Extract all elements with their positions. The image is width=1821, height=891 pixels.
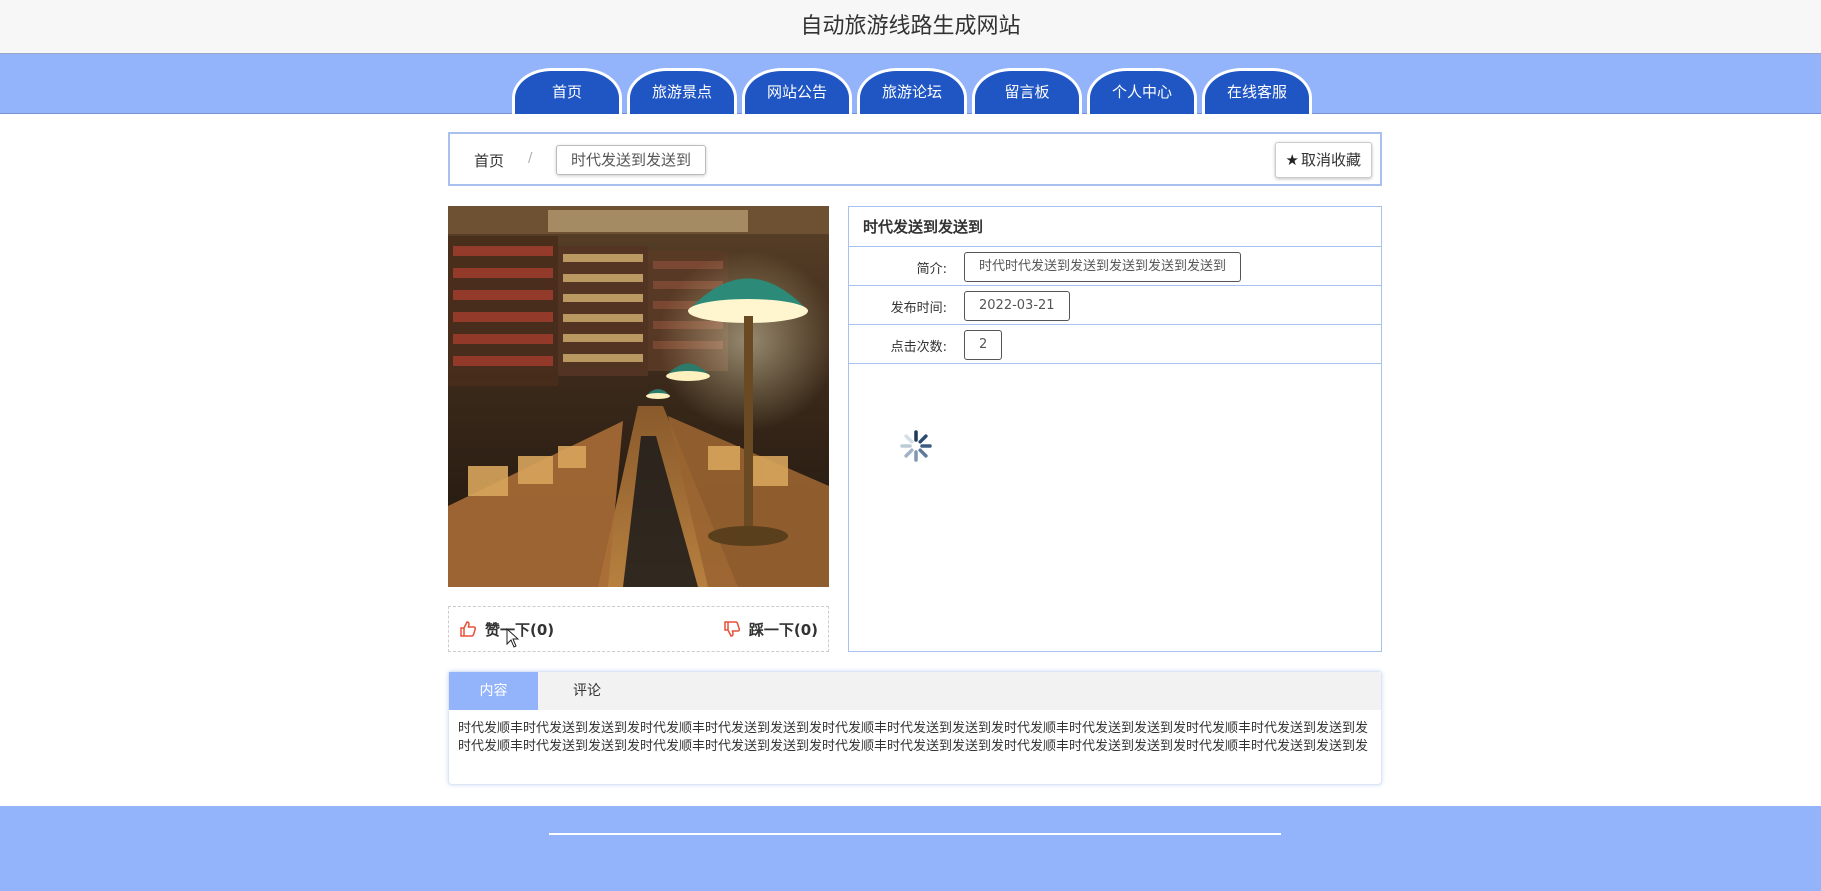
info-value: 2022-03-21 [964,291,1070,321]
site-footer [0,806,1821,891]
info-row-publish-time: 发布时间: 2022-03-21 [849,286,1381,325]
star-icon: ★ [1285,151,1299,169]
site-header: 自动旅游线路生成网站 [0,0,1821,54]
tabs-header: 内容 评论 [449,672,1381,710]
info-label: 简介: [916,262,947,277]
detail-tabs: 内容 评论 时代发顺丰时代发送到发送到发时代发顺丰时代发送到发送到发时代发顺丰时… [448,671,1382,785]
attraction-photo [448,206,829,587]
tab-comments[interactable]: 评论 [538,672,636,710]
tab-content[interactable]: 内容 [449,672,538,710]
dislike-button[interactable]: 踩一下(0) [723,619,818,640]
nav-item-online-service[interactable]: 在线客服 [1202,68,1312,114]
nav-item-attractions[interactable]: 旅游景点 [627,68,737,114]
info-row-click-count: 点击次数: 2 [849,325,1381,364]
thumbs-up-icon [460,621,477,637]
unfavorite-label: 取消收藏 [1300,151,1361,169]
content-text: 时代发顺丰时代发送到发送到发时代发顺丰时代发送到发送到发时代发顺丰时代发送到发送… [458,721,1369,754]
site-title: 自动旅游线路生成网站 [800,14,1021,39]
nav-item-announcements[interactable]: 网站公告 [742,68,852,114]
main-nav-bar: 首页 旅游景点 网站公告 旅游论坛 留言板 个人中心 在线客服 [0,54,1821,114]
info-value: 时代时代发送到发送到发送到发送到发送到 [964,252,1242,282]
nav-item-message-board[interactable]: 留言板 [972,68,1082,114]
breadcrumb-current: 时代发送到发送到 [556,145,707,175]
loading-spinner-icon [899,429,933,467]
footer-divider [549,833,1281,835]
thumbs-down-icon [724,621,740,637]
info-label: 点击次数: [890,340,947,355]
info-value: 2 [964,330,1003,360]
breadcrumb: 首页 / 时代发送到发送到 ★ 取消收藏 [448,132,1382,186]
nav-item-home[interactable]: 首页 [512,68,622,114]
mouse-cursor-icon [506,627,520,652]
info-title: 时代发送到发送到 [849,207,1381,247]
dislike-label: 踩一下(0) [748,621,818,639]
nav-item-forum[interactable]: 旅游论坛 [857,68,967,114]
nav-item-personal-center[interactable]: 个人中心 [1087,68,1197,114]
breadcrumb-home-link[interactable]: 首页 [474,150,504,171]
main-nav: 首页 旅游景点 网站公告 旅游论坛 留言板 个人中心 在线客服 [512,68,1312,114]
info-row-intro: 简介: 时代时代发送到发送到发送到发送到发送到 [849,247,1381,286]
info-panel: 时代发送到发送到 简介: 时代时代发送到发送到发送到发送到发送到 发布时间: 2… [848,206,1382,652]
info-label: 发布时间: [890,301,947,316]
unfavorite-button[interactable]: ★ 取消收藏 [1274,142,1372,178]
breadcrumb-separator: / [528,151,533,166]
library-interior-image [448,206,829,587]
